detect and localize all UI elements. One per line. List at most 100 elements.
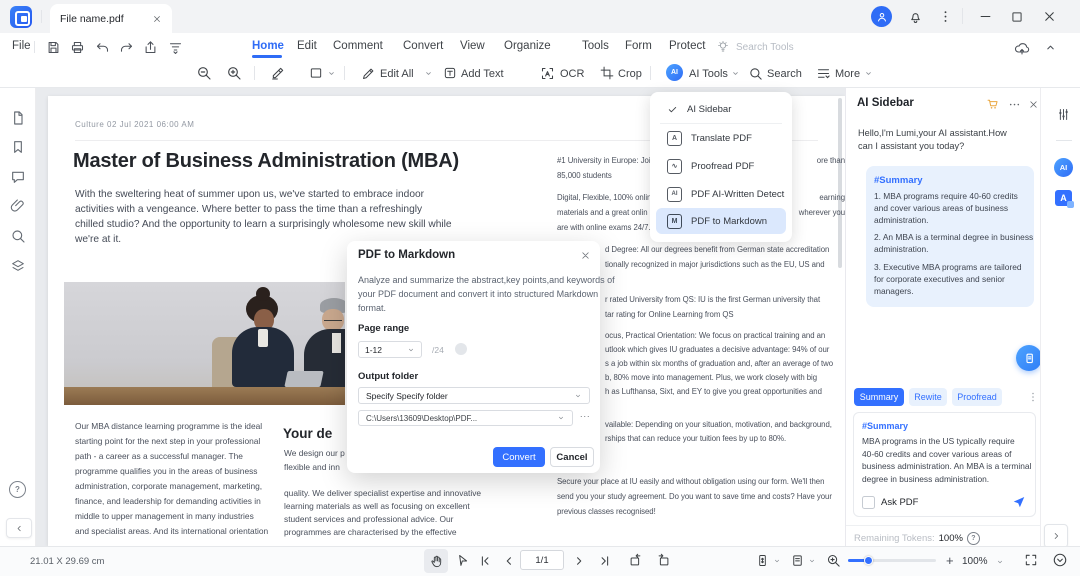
tab-comment[interactable]: Comment <box>333 40 383 52</box>
tab-rewrite[interactable]: Rewite <box>909 388 947 406</box>
file-menu[interactable]: File <box>12 40 31 52</box>
cart-icon[interactable] <box>986 97 1000 111</box>
previous-view-icon[interactable] <box>628 553 643 568</box>
titlebar-menu-icon[interactable] <box>938 9 953 24</box>
menu-item-ai-written-detect[interactable]: AI PDF AI-Written Detect <box>650 182 792 206</box>
ai-tools-icon[interactable]: AI <box>666 64 683 81</box>
zoom-level-label[interactable]: 100% <box>962 556 988 567</box>
window-minimize-icon[interactable] <box>978 9 993 24</box>
bookmark-icon[interactable] <box>10 139 26 155</box>
folder-path-select[interactable]: C:\Users\13609\Desktop\PDF... <box>358 410 573 426</box>
edit-all-label[interactable]: Edit All <box>380 68 414 80</box>
page-range-select[interactable]: 1-12 <box>358 341 422 358</box>
page-search-icon[interactable] <box>10 228 26 244</box>
ai-quick-button[interactable] <box>1016 345 1042 371</box>
convert-button[interactable]: Convert <box>493 447 545 467</box>
zoom-magnifier-icon[interactable] <box>826 553 841 568</box>
next-view-icon[interactable] <box>656 553 671 568</box>
filter-icon[interactable] <box>168 40 183 55</box>
menu-item-pdf-to-markdown[interactable]: M PDF to Markdown <box>656 208 786 234</box>
tabs-more-icon[interactable] <box>1027 391 1039 403</box>
page-number-input[interactable] <box>520 550 564 570</box>
tab-protect[interactable]: Protect <box>669 40 705 52</box>
add-text-label[interactable]: Add Text <box>461 68 504 80</box>
ask-pdf-checkbox[interactable] <box>862 496 875 509</box>
app-logo[interactable] <box>10 6 32 28</box>
menu-item-translate-pdf[interactable]: A Translate PDF <box>650 126 792 150</box>
translate-panel-icon[interactable]: A <box>1055 190 1074 208</box>
browse-folder-button[interactable]: ... <box>580 409 591 419</box>
menu-item-proofread-pdf[interactable]: ∿ Proofread PDF <box>650 154 792 178</box>
crop-label[interactable]: Crop <box>618 68 642 80</box>
edit-all-chevron-icon[interactable] <box>424 69 433 78</box>
menu-item-ai-sidebar[interactable]: AI Sidebar <box>650 97 792 121</box>
hand-tool-button[interactable] <box>424 549 448 573</box>
tab-view[interactable]: View <box>460 40 485 52</box>
search-tools-placeholder[interactable]: Search Tools <box>736 42 794 53</box>
tab-home[interactable]: Home <box>252 40 284 52</box>
thumbnails-icon[interactable] <box>10 110 26 126</box>
fit-page-icon[interactable] <box>755 553 770 568</box>
print-icon[interactable] <box>70 40 85 55</box>
tab-proofread[interactable]: Proofread <box>952 388 1002 406</box>
zoom-out-icon[interactable] <box>196 65 212 81</box>
tab-convert[interactable]: Convert <box>403 40 443 52</box>
shape-chevron-icon[interactable] <box>327 69 336 78</box>
ai-tools-label[interactable]: AI Tools <box>689 68 728 80</box>
panel-menu-icon[interactable] <box>1008 98 1021 111</box>
more-chevron-icon[interactable] <box>864 69 873 78</box>
modal-close-icon[interactable] <box>580 250 591 261</box>
next-page-icon[interactable] <box>572 554 586 568</box>
attachment-icon[interactable] <box>10 198 26 214</box>
more-icon[interactable] <box>816 66 831 81</box>
save-icon[interactable] <box>46 40 61 55</box>
zoom-increase-button[interactable]: + <box>946 553 954 568</box>
send-plane-icon[interactable] <box>1012 495 1026 509</box>
tab-organize[interactable]: Organize <box>504 40 551 52</box>
zoom-slider-handle[interactable] <box>864 556 873 565</box>
panel-close-icon[interactable] <box>1028 99 1039 110</box>
tokens-help-icon[interactable]: ? <box>966 532 980 545</box>
zoom-in-icon[interactable] <box>226 65 242 81</box>
ai-tools-chevron-icon[interactable] <box>731 69 740 78</box>
highlighter-icon[interactable] <box>270 65 286 81</box>
expand-panel-button[interactable] <box>1044 524 1068 548</box>
first-page-icon[interactable] <box>478 554 492 568</box>
fullscreen-icon[interactable] <box>1024 553 1038 567</box>
redo-icon[interactable] <box>119 40 134 55</box>
account-avatar[interactable] <box>871 6 892 27</box>
properties-sliders-icon[interactable] <box>1056 107 1071 122</box>
cancel-button[interactable]: Cancel <box>550 447 594 467</box>
search-tools-lamp-icon[interactable] <box>716 40 730 54</box>
help-icon[interactable]: ? <box>9 481 26 498</box>
window-close-icon[interactable] <box>1042 9 1057 24</box>
output-folder-select[interactable]: Specify Specify folder <box>358 387 590 404</box>
select-tool-icon[interactable] <box>455 553 470 568</box>
tab-summary[interactable]: Summary <box>854 388 904 406</box>
window-maximize-icon[interactable] <box>1010 10 1024 24</box>
fit-page-chevron-icon[interactable] <box>773 557 781 565</box>
zoom-level-chevron-icon[interactable] <box>996 558 1004 566</box>
tab-form[interactable]: Form <box>625 40 652 52</box>
document-tab[interactable]: File name.pdf <box>50 4 172 33</box>
more-label[interactable]: More <box>835 68 860 80</box>
edit-all-pencil-icon[interactable] <box>361 66 376 81</box>
comment-icon[interactable] <box>10 169 26 185</box>
collapse-toolbar-icon[interactable] <box>1044 41 1057 54</box>
page-layout-icon[interactable] <box>790 553 805 568</box>
shape-square-icon[interactable] <box>309 66 323 80</box>
tab-tools[interactable]: Tools <box>582 40 609 52</box>
previous-page-icon[interactable] <box>502 554 516 568</box>
crop-icon[interactable] <box>600 66 614 80</box>
ai-assistant-icon[interactable]: AI <box>1054 158 1073 177</box>
search-icon[interactable] <box>748 66 763 81</box>
search-label[interactable]: Search <box>767 68 802 80</box>
notification-bell-icon[interactable] <box>908 9 923 24</box>
share-icon[interactable] <box>143 40 158 55</box>
last-page-icon[interactable] <box>598 554 612 568</box>
page-layout-chevron-icon[interactable] <box>808 557 816 565</box>
ocr-label[interactable]: OCR <box>560 68 584 80</box>
collapse-sidebar-button[interactable] <box>6 518 32 538</box>
ocr-icon[interactable] <box>540 66 555 81</box>
tab-edit[interactable]: Edit <box>297 40 317 52</box>
